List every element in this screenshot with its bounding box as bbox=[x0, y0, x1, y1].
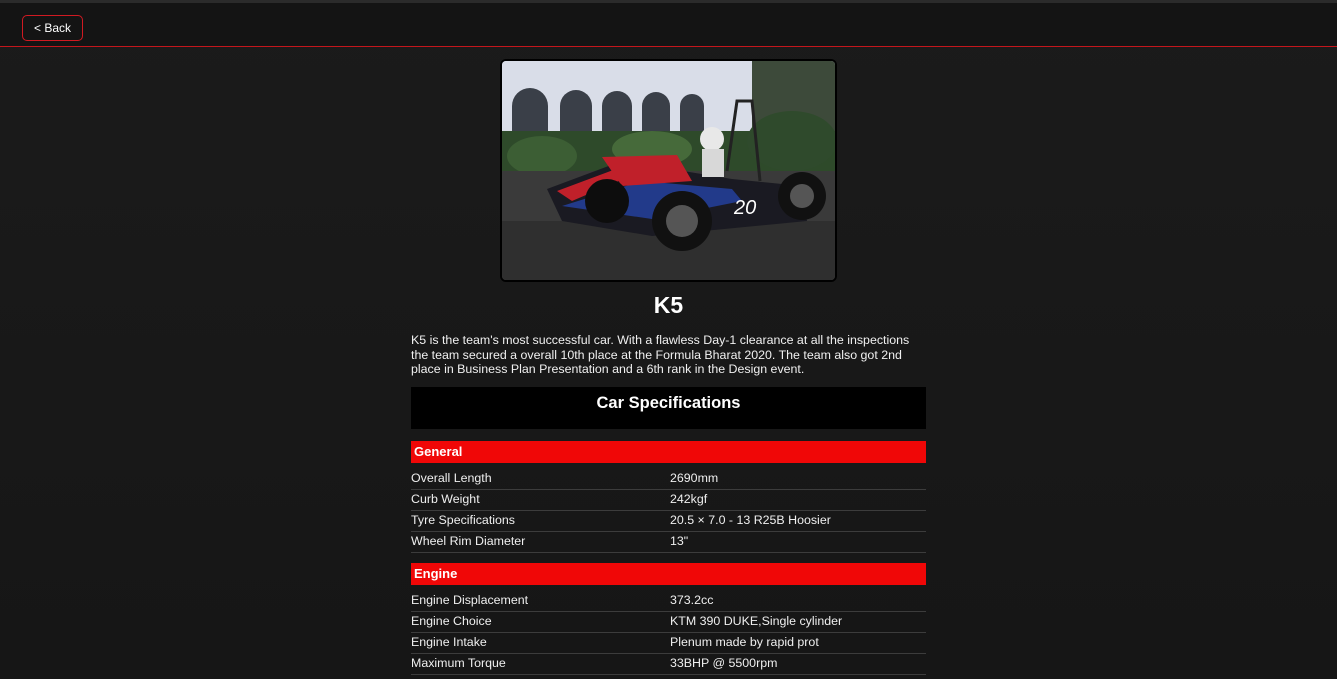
spec-row: Curb Weight 242kgf bbox=[411, 490, 926, 511]
spec-row: Engine Displacement 373.2cc bbox=[411, 591, 926, 612]
car-image: 20 bbox=[502, 61, 835, 280]
car-description: K5 is the team's most successful car. Wi… bbox=[411, 333, 910, 376]
spec-value: 13" bbox=[670, 534, 689, 548]
section-engine: Engine bbox=[411, 563, 926, 585]
car-title: K5 bbox=[653, 292, 684, 318]
spec-value: Plenum made by rapid prot bbox=[670, 635, 819, 649]
spec-value: 242kgf bbox=[670, 492, 708, 506]
car-photo: 20 bbox=[500, 59, 837, 282]
spec-key: Engine Intake bbox=[411, 635, 487, 649]
spec-row: Overall Length 2690mm bbox=[411, 469, 926, 490]
top-bar: < Back bbox=[0, 0, 1337, 47]
spec-key: Tyre Specifications bbox=[411, 513, 515, 527]
spec-key: Engine Displacement bbox=[411, 593, 529, 607]
spec-header: Car Specifications bbox=[411, 387, 926, 429]
spec-row: Wheel Rim Diameter 13" bbox=[411, 532, 926, 553]
spec-value: 20.5 × 7.0 - 13 R25B Hoosier bbox=[670, 513, 831, 527]
spec-value: 33BHP @ 5500rpm bbox=[670, 656, 778, 670]
back-button[interactable]: < Back bbox=[22, 15, 83, 41]
section-general: General bbox=[411, 441, 926, 463]
spec-key: Maximum Torque bbox=[411, 656, 506, 670]
spec-row: Engine Intake Plenum made by rapid prot bbox=[411, 633, 926, 654]
spec-row: Tyre Specifications 20.5 × 7.0 - 13 R25B… bbox=[411, 511, 926, 532]
spec-key: Curb Weight bbox=[411, 492, 480, 506]
spec-key: Overall Length bbox=[411, 471, 492, 485]
spec-value: KTM 390 DUKE,Single cylinder bbox=[670, 614, 843, 628]
spec-key: Engine Choice bbox=[411, 614, 492, 628]
spec-row: Maximum Torque 33BHP @ 5500rpm bbox=[411, 654, 926, 675]
spec-row: Engine Choice KTM 390 DUKE,Single cylind… bbox=[411, 612, 926, 633]
spec-value: 373.2cc bbox=[670, 593, 714, 607]
svg-text:20: 20 bbox=[733, 197, 756, 219]
spec-value: 2690mm bbox=[670, 471, 719, 485]
spec-key: Wheel Rim Diameter bbox=[411, 534, 526, 548]
